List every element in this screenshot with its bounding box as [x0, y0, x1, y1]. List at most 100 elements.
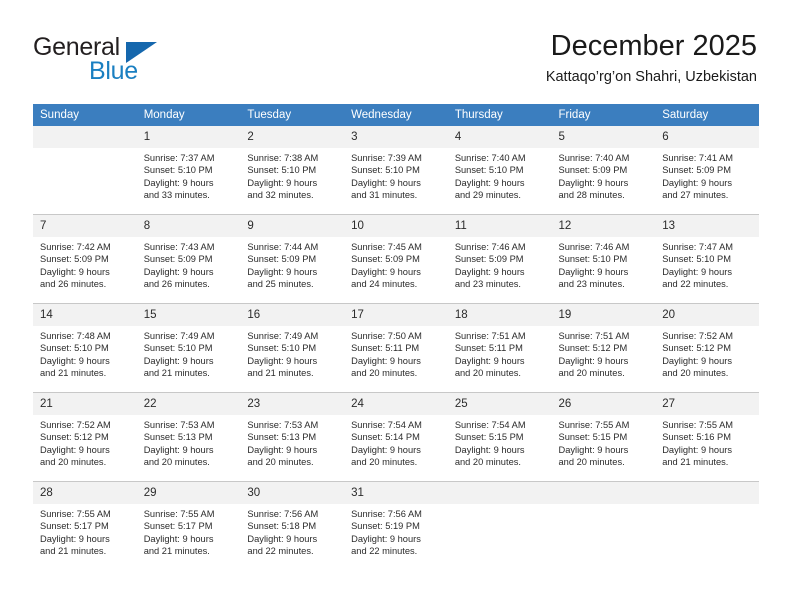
day-cell-inner [551, 482, 656, 570]
detail-sunrise: Sunrise: 7:50 AM [351, 331, 422, 341]
day-cell[interactable]: 30 Sunrise: 7:56 AM Sunset: 5:18 PM Dayligh… [240, 481, 345, 570]
day-cell-inner: 13 Sunrise: 7:47 AM Sunset: 5:10 PM Dayligh… [655, 215, 759, 303]
day-details: Sunrise: 7:40 AM Sunset: 5:09 PM Daylight:… [552, 148, 656, 202]
day-cell[interactable]: 21 Sunrise: 7:52 AM Sunset: 5:12 PM Dayligh… [33, 392, 137, 482]
detail-sunrise: Sunrise: 7:55 AM [558, 420, 630, 430]
calendar-header-row: Sunday Monday Tuesday Wednesday Thursday… [33, 104, 759, 126]
day-details: Sunrise: 7:56 AM Sunset: 5:19 PM Daylight:… [344, 504, 448, 558]
detail-sunrise: Sunrise: 7:44 AM [247, 242, 319, 252]
day-number: 29 [136, 482, 241, 504]
detail-daylight-2: and 31 minutes. [351, 190, 418, 201]
detail-sunrise: Sunrise: 7:55 AM [662, 420, 734, 430]
calendar-body: 1 Sunrise: 7:37 AM Sunset: 5:10 PM Daylight… [33, 126, 759, 570]
day-details: Sunrise: 7:53 AM Sunset: 5:13 PM Daylight:… [137, 415, 241, 469]
day-cell[interactable]: 24 Sunrise: 7:54 AM Sunset: 5:14 PM Dayligh… [344, 392, 448, 482]
calendar-week-row: 21 Sunrise: 7:52 AM Sunset: 5:12 PM Dayligh… [33, 392, 759, 482]
day-cell[interactable]: 19 Sunrise: 7:51 AM Sunset: 5:12 PM Dayligh… [551, 303, 656, 393]
detail-sunset: Sunset: 5:10 PM [143, 343, 213, 354]
day-cell[interactable]: 27 Sunrise: 7:55 AM Sunset: 5:16 PM Dayligh… [655, 392, 759, 482]
day-cell[interactable]: 18 Sunrise: 7:51 AM Sunset: 5:11 PM Dayligh… [447, 303, 552, 393]
detail-sunset: Sunset: 5:17 PM [40, 521, 109, 532]
day-number: 31 [344, 482, 448, 504]
day-cell[interactable]: 12 Sunrise: 7:46 AM Sunset: 5:10 PM Dayligh… [551, 214, 656, 304]
detail-daylight-1: Daylight: 9 hours [351, 355, 421, 366]
detail-daylight-1: Daylight: 9 hours [247, 355, 318, 366]
detail-sunset: Sunset: 5:12 PM [662, 343, 731, 354]
day-details: Sunrise: 7:42 AM Sunset: 5:09 PM Daylight:… [33, 237, 137, 291]
day-cell-inner: 1 Sunrise: 7:37 AM Sunset: 5:10 PM Daylight… [136, 126, 241, 214]
day-details: Sunrise: 7:50 AM Sunset: 5:11 PM Daylight:… [344, 326, 448, 380]
day-cell-inner: 5 Sunrise: 7:40 AM Sunset: 5:09 PM Daylight… [551, 126, 656, 214]
detail-daylight-2: and 21 minutes. [40, 546, 107, 557]
day-details: Sunrise: 7:43 AM Sunset: 5:09 PM Daylight:… [137, 237, 241, 291]
day-cell[interactable]: 5 Sunrise: 7:40 AM Sunset: 5:09 PM Daylight… [551, 126, 656, 215]
day-details: Sunrise: 7:49 AM Sunset: 5:10 PM Daylight:… [137, 326, 241, 380]
detail-sunset: Sunset: 5:09 PM [662, 165, 731, 176]
day-cell-inner [655, 482, 759, 570]
day-cell[interactable]: 31 Sunrise: 7:56 AM Sunset: 5:19 PM Dayligh… [344, 481, 448, 570]
detail-daylight-1: Daylight: 9 hours [558, 444, 629, 455]
day-cell[interactable]: 20 Sunrise: 7:52 AM Sunset: 5:12 PM Dayligh… [655, 303, 759, 393]
detail-sunset: Sunset: 5:12 PM [40, 432, 109, 443]
day-cell[interactable]: 29 Sunrise: 7:55 AM Sunset: 5:17 PM Dayligh… [136, 481, 241, 570]
general-blue-logo[interactable]: General Blue [33, 33, 233, 85]
day-cell[interactable]: 3 Sunrise: 7:39 AM Sunset: 5:10 PM Daylight… [344, 126, 448, 215]
detail-daylight-2: and 26 minutes. [40, 279, 107, 290]
day-cell[interactable]: 25 Sunrise: 7:54 AM Sunset: 5:15 PM Dayligh… [447, 392, 552, 482]
day-cell-inner: 10 Sunrise: 7:45 AM Sunset: 5:09 PM Dayligh… [344, 215, 448, 303]
day-cell[interactable]: 2 Sunrise: 7:38 AM Sunset: 5:10 PM Daylight… [240, 126, 345, 215]
day-details: Sunrise: 7:53 AM Sunset: 5:13 PM Daylight:… [240, 415, 344, 469]
detail-daylight-2: and 20 minutes. [454, 368, 521, 379]
detail-sunset: Sunset: 5:18 PM [247, 521, 317, 532]
page-title: December 2025 [550, 30, 757, 62]
day-cell[interactable]: 23 Sunrise: 7:53 AM Sunset: 5:13 PM Dayligh… [240, 392, 345, 482]
day-cell[interactable]: 16 Sunrise: 7:49 AM Sunset: 5:10 PM Dayligh… [240, 303, 345, 393]
page-header: General Blue December 2025 Kattaqo’rg’on… [0, 0, 792, 100]
detail-sunrise: Sunrise: 7:45 AM [351, 242, 422, 252]
day-cell-inner [447, 482, 552, 570]
day-cell-inner: 15 Sunrise: 7:49 AM Sunset: 5:10 PM Dayligh… [136, 304, 241, 392]
day-cell-inner: 26 Sunrise: 7:55 AM Sunset: 5:15 PM Dayligh… [551, 393, 656, 481]
weekday-header-friday: Friday [551, 104, 656, 126]
day-cell[interactable]: 13 Sunrise: 7:47 AM Sunset: 5:10 PM Dayligh… [655, 214, 759, 304]
day-cell-inner: 11 Sunrise: 7:46 AM Sunset: 5:09 PM Dayligh… [447, 215, 552, 303]
day-cell[interactable]: 26 Sunrise: 7:55 AM Sunset: 5:15 PM Dayligh… [551, 392, 656, 482]
day-cell-inner: 3 Sunrise: 7:39 AM Sunset: 5:10 PM Daylight… [344, 126, 448, 214]
day-cell[interactable]: 14 Sunrise: 7:48 AM Sunset: 5:10 PM Dayligh… [33, 303, 137, 393]
weekday-header-wednesday: Wednesday [344, 104, 448, 126]
detail-sunset: Sunset: 5:10 PM [662, 254, 731, 265]
day-number: 2 [240, 126, 345, 148]
detail-daylight-1: Daylight: 9 hours [143, 444, 214, 455]
day-number: 12 [551, 215, 656, 237]
day-cell[interactable]: 11 Sunrise: 7:46 AM Sunset: 5:09 PM Dayligh… [447, 214, 552, 304]
day-cell[interactable]: 28 Sunrise: 7:55 AM Sunset: 5:17 PM Dayligh… [33, 481, 137, 570]
detail-sunset: Sunset: 5:10 PM [143, 165, 213, 176]
day-number: 16 [240, 304, 345, 326]
detail-sunrise: Sunrise: 7:40 AM [454, 153, 526, 163]
detail-daylight-1: Daylight: 9 hours [143, 355, 214, 366]
day-cell-inner: 6 Sunrise: 7:41 AM Sunset: 5:09 PM Daylight… [655, 126, 759, 214]
detail-sunset: Sunset: 5:09 PM [143, 254, 213, 265]
day-details: Sunrise: 7:55 AM Sunset: 5:17 PM Daylight:… [33, 504, 137, 558]
detail-sunrise: Sunrise: 7:52 AM [40, 420, 111, 430]
day-cell[interactable]: 15 Sunrise: 7:49 AM Sunset: 5:10 PM Dayligh… [136, 303, 241, 393]
detail-sunset: Sunset: 5:10 PM [454, 165, 524, 176]
day-cell[interactable]: 22 Sunrise: 7:53 AM Sunset: 5:13 PM Dayligh… [136, 392, 241, 482]
detail-sunset: Sunset: 5:16 PM [662, 432, 731, 443]
detail-sunrise: Sunrise: 7:56 AM [247, 509, 319, 519]
day-cell[interactable]: 17 Sunrise: 7:50 AM Sunset: 5:11 PM Dayligh… [344, 303, 448, 393]
detail-sunrise: Sunrise: 7:54 AM [351, 420, 422, 430]
day-cell[interactable]: 4 Sunrise: 7:40 AM Sunset: 5:10 PM Daylight… [447, 126, 552, 215]
detail-sunrise: Sunrise: 7:51 AM [558, 331, 630, 341]
day-cell-inner: 29 Sunrise: 7:55 AM Sunset: 5:17 PM Dayligh… [136, 482, 241, 570]
weekday-header-monday: Monday [136, 104, 241, 126]
day-cell[interactable]: 8 Sunrise: 7:43 AM Sunset: 5:09 PM Daylight… [136, 214, 241, 304]
day-cell[interactable]: 6 Sunrise: 7:41 AM Sunset: 5:09 PM Daylight… [655, 126, 759, 215]
day-cell[interactable]: 7 Sunrise: 7:42 AM Sunset: 5:09 PM Daylight… [33, 214, 137, 304]
detail-daylight-2: and 32 minutes. [247, 190, 314, 201]
day-cell[interactable]: 1 Sunrise: 7:37 AM Sunset: 5:10 PM Daylight… [136, 126, 241, 215]
day-details: Sunrise: 7:37 AM Sunset: 5:10 PM Daylight:… [137, 148, 241, 202]
detail-sunset: Sunset: 5:15 PM [454, 432, 524, 443]
day-cell[interactable]: 9 Sunrise: 7:44 AM Sunset: 5:09 PM Daylight… [240, 214, 345, 304]
day-cell[interactable]: 10 Sunrise: 7:45 AM Sunset: 5:09 PM Dayligh… [344, 214, 448, 304]
